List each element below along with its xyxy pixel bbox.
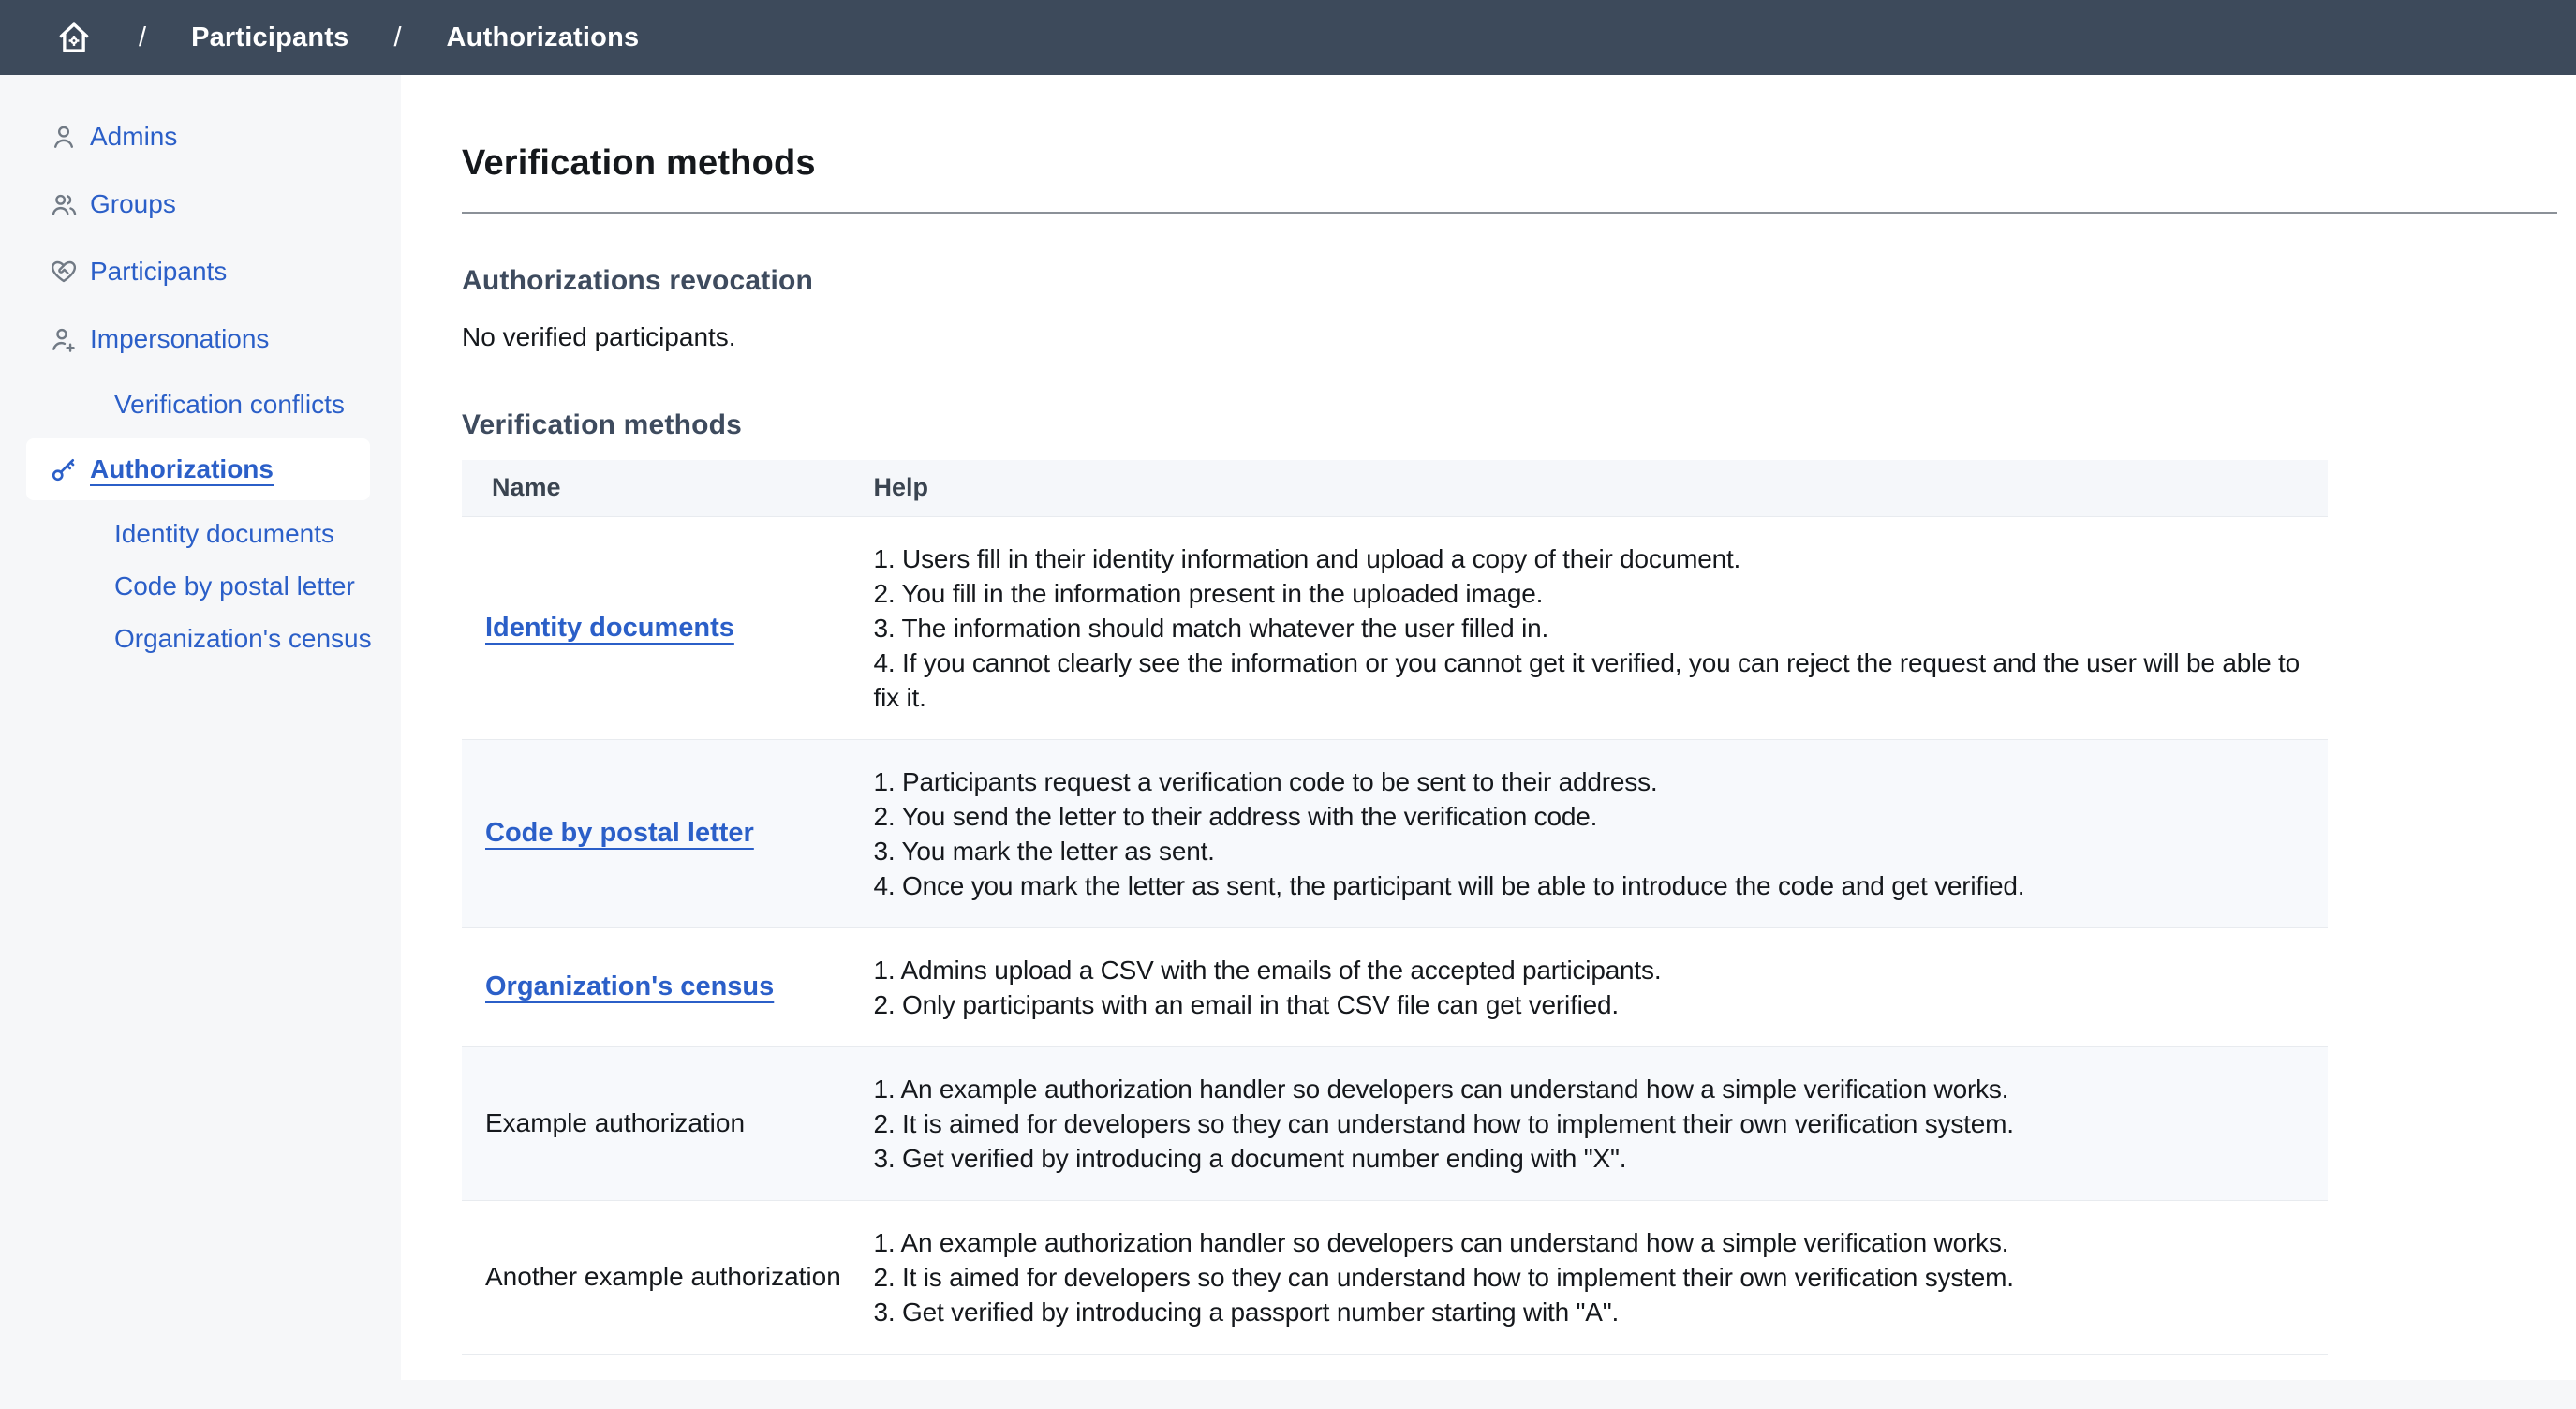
help-steps-list: An example authorization handler so deve… xyxy=(874,1225,2310,1329)
help-step: An example authorization handler so deve… xyxy=(874,1225,2310,1260)
sidebar-item-groups[interactable]: Groups xyxy=(0,184,401,225)
sidebar-item-admins[interactable]: Admins xyxy=(0,116,401,157)
table-row: Identity documents Users fill in their id… xyxy=(462,516,2328,739)
method-link[interactable]: Organization's census xyxy=(485,971,774,1001)
breadcrumb-authorizations[interactable]: Authorizations xyxy=(447,22,640,53)
help-step: You send the letter to their address wit… xyxy=(874,799,2310,834)
key-icon xyxy=(49,454,79,484)
sidebar-item-label: Participants xyxy=(90,257,227,287)
help-step: Only participants with an email in that … xyxy=(874,987,2310,1022)
method-label: Another example authorization xyxy=(485,1262,841,1291)
main-content: Verification methods Authorizations revo… xyxy=(401,75,2576,1380)
help-steps-list: Participants request a verification code… xyxy=(874,764,2310,903)
sidebar-item-participants[interactable]: Participants xyxy=(0,251,401,292)
sidebar-item-organization-s-census[interactable]: Organization's census xyxy=(0,620,401,658)
sidebar-item-label: Authorizations xyxy=(90,454,274,484)
column-header-name: Name xyxy=(462,460,851,516)
help-step: If you cannot clearly see the informatio… xyxy=(874,645,2310,715)
home-icon xyxy=(54,18,94,57)
sidebar-item-label: Verification conflicts xyxy=(114,390,345,420)
user-add-icon xyxy=(49,324,79,354)
method-link[interactable]: Identity documents xyxy=(485,613,734,643)
topbar: / Participants / Authorizations xyxy=(0,0,2576,75)
table-row: Organization's census Admins upload a CSV… xyxy=(462,927,2328,1046)
breadcrumb-separator: / xyxy=(393,22,401,53)
method-name-cell: Identity documents xyxy=(462,516,851,739)
title-divider xyxy=(462,212,2557,214)
help-step: Users fill in their identity information… xyxy=(874,541,2310,576)
sidebar-item-code-by-postal-letter[interactable]: Code by postal letter xyxy=(0,568,401,605)
help-steps-list: An example authorization handler so deve… xyxy=(874,1072,2310,1176)
verification-methods-table: Name Help Identity documents Users fill i… xyxy=(462,460,2328,1355)
method-help-cell: Participants request a verification code… xyxy=(851,739,2328,927)
table-row: Example authorization An example authoriz… xyxy=(462,1046,2328,1200)
sidebar-item-authorizations[interactable]: Authorizations xyxy=(26,438,370,500)
help-steps-list: Admins upload a CSV with the emails of t… xyxy=(874,953,2310,1022)
sidebar-item-label: Impersonations xyxy=(90,324,269,354)
method-help-cell: Users fill in their identity information… xyxy=(851,516,2328,739)
method-help-cell: Admins upload a CSV with the emails of t… xyxy=(851,927,2328,1046)
heart-handshake-icon xyxy=(49,257,79,287)
breadcrumb-home-link[interactable] xyxy=(54,18,94,57)
breadcrumb-participants[interactable]: Participants xyxy=(191,22,348,53)
sidebar-item-impersonations[interactable]: Impersonations xyxy=(0,319,401,360)
help-step: The information should match whatever th… xyxy=(874,611,2310,645)
table-header-row: Name Help xyxy=(462,460,2328,516)
method-help-cell: An example authorization handler so deve… xyxy=(851,1046,2328,1200)
method-name-cell: Another example authorization xyxy=(462,1200,851,1354)
users-icon xyxy=(49,189,79,219)
method-name-cell: Example authorization xyxy=(462,1046,851,1200)
help-steps-list: Users fill in their identity information… xyxy=(874,541,2310,715)
method-label: Example authorization xyxy=(485,1108,745,1137)
help-step: Get verified by introducing a document n… xyxy=(874,1141,2310,1176)
breadcrumb-separator: / xyxy=(139,22,146,53)
method-name-cell: Organization's census xyxy=(462,927,851,1046)
sidebar: Admins Groups Participants Impersonations Ve… xyxy=(0,75,401,1380)
app-root: / Participants / Authorizations Admins Gr… xyxy=(0,0,2576,1409)
method-link[interactable]: Code by postal letter xyxy=(485,818,754,848)
sidebar-item-label: Organization's census xyxy=(114,624,372,654)
help-step: Admins upload a CSV with the emails of t… xyxy=(874,953,2310,987)
help-step: It is aimed for developers so they can u… xyxy=(874,1106,2310,1141)
help-step: An example authorization handler so deve… xyxy=(874,1072,2310,1106)
revocation-heading: Authorizations revocation xyxy=(462,262,2557,300)
sidebar-item-identity-documents[interactable]: Identity documents xyxy=(0,515,401,553)
help-step: You fill in the information present in t… xyxy=(874,576,2310,611)
help-step: You mark the letter as sent. xyxy=(874,834,2310,868)
sidebar-item-label: Groups xyxy=(90,189,176,219)
help-step: Participants request a verification code… xyxy=(874,764,2310,799)
method-help-cell: An example authorization handler so deve… xyxy=(851,1200,2328,1354)
help-step: Get verified by introducing a passport n… xyxy=(874,1295,2310,1329)
sidebar-item-label: Code by postal letter xyxy=(114,571,355,601)
sidebar-item-label: Admins xyxy=(90,122,177,152)
methods-heading: Verification methods xyxy=(462,407,2557,444)
column-header-help: Help xyxy=(851,460,2328,516)
content-shell: Admins Groups Participants Impersonations Ve… xyxy=(0,75,2576,1380)
sidebar-item-verification-conflicts[interactable]: Verification conflicts xyxy=(0,386,401,423)
help-step: It is aimed for developers so they can u… xyxy=(874,1260,2310,1295)
table-row: Code by postal letter Participants reques… xyxy=(462,739,2328,927)
table-row: Another example authorization An example … xyxy=(462,1200,2328,1354)
sidebar-item-label: Identity documents xyxy=(114,519,334,549)
help-step: Once you mark the letter as sent, the pa… xyxy=(874,868,2310,903)
method-name-cell: Code by postal letter xyxy=(462,739,851,927)
user-icon xyxy=(49,122,79,152)
revocation-empty-text: No verified participants. xyxy=(462,320,2557,354)
page-title: Verification methods xyxy=(462,141,2557,185)
footer-strip xyxy=(0,1380,2576,1409)
